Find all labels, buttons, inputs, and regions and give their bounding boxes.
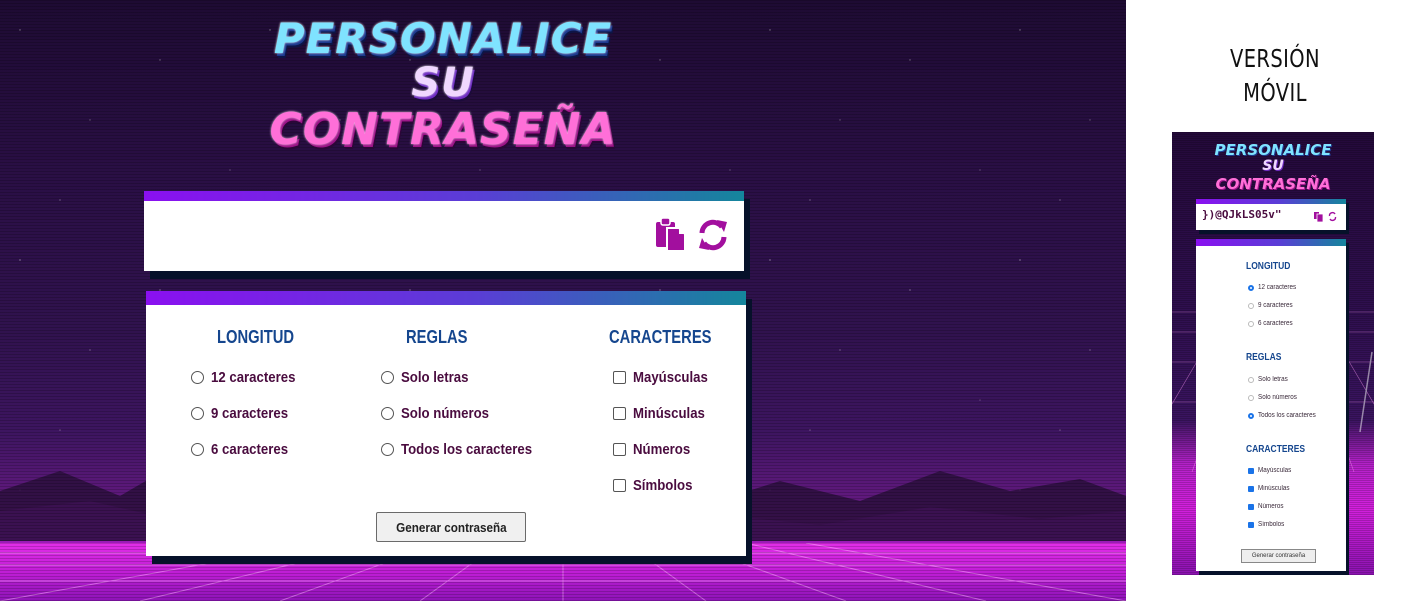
mobile-options-card: LONGITUD 12 caracteres 9 caracteres 6 ca…: [1196, 239, 1346, 571]
char-option-symbols[interactable]: Símbolos: [613, 477, 701, 494]
mobile-generate-password-button[interactable]: Generar contraseña: [1241, 549, 1316, 563]
password-output[interactable]: [158, 209, 638, 257]
option-label: Mayúsculas: [1258, 467, 1292, 474]
option-label: Solo números: [1258, 394, 1297, 401]
mobile-rule-option-numbers[interactable]: Solo números: [1248, 394, 1301, 401]
clipboard-copy-icon[interactable]: [654, 217, 688, 253]
card-gradient-bar: [1196, 239, 1346, 246]
logo-line-3: CONTRASEÑA: [269, 104, 617, 155]
option-label: 6 caracteres: [1258, 320, 1293, 327]
caracteres-title: CARACTERES: [609, 327, 712, 347]
mobile-length-option-9[interactable]: 9 caracteres: [1248, 302, 1297, 309]
checkbox-minusculas[interactable]: [613, 407, 626, 420]
desktop-background: PERSONALICE SU CONTRASEÑA LONGITUD REGLA…: [0, 0, 1126, 601]
option-label: Símbolos: [633, 477, 693, 494]
length-option-12[interactable]: 12 caracteres: [191, 369, 307, 386]
mobile-title-logo: PERSONALICE SU CONTRASEÑA: [1172, 138, 1374, 198]
card-gradient-bar: [1196, 199, 1346, 204]
logo-line-2: SU: [411, 60, 475, 106]
radio-12-caracteres[interactable]: [191, 371, 204, 384]
option-label: Números: [633, 441, 691, 458]
checkbox-simbolos[interactable]: [613, 479, 626, 492]
password-card: [144, 191, 744, 271]
rule-option-all[interactable]: Todos los caracteres: [381, 441, 550, 458]
mobile-reglas-title: REGLAS: [1246, 352, 1282, 363]
mobile-char-option-symbols[interactable]: Símbolos: [1248, 521, 1287, 528]
mobile-preview: PERSONALICE SU CONTRASEÑA })@QJkLS05v" L…: [1172, 132, 1374, 575]
mobile-char-option-uppercase[interactable]: Mayúsculas: [1248, 467, 1295, 474]
checkbox-mayusculas[interactable]: [613, 371, 626, 384]
mobile-char-option-numbers[interactable]: Números: [1248, 503, 1286, 510]
mobile-password-output[interactable]: })@QJkLS05v": [1202, 208, 1281, 221]
option-label: Símbolos: [1258, 521, 1285, 528]
mobile-checkbox-checked[interactable]: [1248, 485, 1254, 492]
radio-solo-letras[interactable]: [381, 371, 394, 384]
card-gradient-bar: [146, 291, 746, 305]
rule-option-numbers[interactable]: Solo números: [381, 405, 501, 422]
mobile-version-heading: VERSIÓN MÓVIL: [1217, 42, 1334, 110]
refresh-icon[interactable]: [696, 217, 730, 253]
mobile-length-option-12[interactable]: 12 caracteres: [1248, 284, 1300, 291]
radio-6-caracteres[interactable]: [191, 443, 204, 456]
mobile-radio[interactable]: [1248, 376, 1254, 383]
reglas-title: REGLAS: [406, 327, 468, 347]
option-label: Solo números: [401, 405, 490, 422]
option-label: Mayúsculas: [633, 369, 708, 386]
title-logo: PERSONALICE SU CONTRASEÑA: [268, 10, 618, 160]
mobile-checkbox-checked[interactable]: [1248, 467, 1254, 474]
char-option-uppercase[interactable]: Mayúsculas: [613, 369, 718, 386]
checkbox-numeros[interactable]: [613, 443, 626, 456]
mobile-rule-option-letters[interactable]: Solo letras: [1248, 376, 1291, 383]
mobile-char-option-lowercase[interactable]: Minúsculas: [1248, 485, 1293, 492]
option-label: 12 caracteres: [1258, 284, 1297, 291]
option-label: Todos los caracteres: [401, 441, 533, 458]
option-label: 12 caracteres: [211, 369, 296, 386]
option-label: Todos los caracteres: [1258, 412, 1316, 419]
length-option-6[interactable]: 6 caracteres: [191, 441, 299, 458]
mobile-rule-option-all[interactable]: Todos los caracteres: [1248, 412, 1322, 419]
option-label: Minúsculas: [1258, 485, 1290, 492]
logo-line-1: PERSONALICE: [273, 14, 613, 63]
option-label: 9 caracteres: [1258, 302, 1293, 309]
option-label: Números: [1258, 503, 1284, 510]
mobile-radio[interactable]: [1248, 320, 1254, 327]
mobile-checkbox-checked[interactable]: [1248, 521, 1254, 528]
radio-9-caracteres[interactable]: [191, 407, 204, 420]
card-gradient-bar: [144, 191, 744, 201]
generate-button-label: Generar contraseña: [395, 519, 507, 535]
mobile-refresh-icon[interactable]: [1328, 209, 1337, 222]
mobile-logo-line-3: CONTRASEÑA: [1215, 175, 1331, 193]
mobile-heading-line-2: MÓVIL: [1243, 78, 1307, 107]
option-label: 6 caracteres: [211, 441, 289, 458]
option-label: Minúsculas: [633, 405, 705, 422]
options-card: LONGITUD REGLAS CARACTERES 12 caracteres…: [146, 291, 746, 556]
longitud-title: LONGITUD: [217, 327, 295, 347]
mobile-caracteres-title: CARACTERES: [1246, 444, 1306, 455]
option-label: Solo letras: [401, 369, 469, 386]
radio-todos-caracteres[interactable]: [381, 443, 394, 456]
char-option-numbers[interactable]: Números: [613, 441, 698, 458]
mobile-logo-line-2: SU: [1262, 158, 1284, 174]
mobile-clipboard-copy-icon[interactable]: [1314, 209, 1324, 223]
option-label: 9 caracteres: [211, 405, 289, 422]
mobile-logo-line-1: PERSONALICE: [1214, 141, 1332, 159]
mobile-length-option-6[interactable]: 6 caracteres: [1248, 320, 1297, 327]
mobile-checkbox-checked[interactable]: [1248, 503, 1254, 510]
mobile-radio[interactable]: [1248, 394, 1254, 401]
option-label: Solo letras: [1258, 376, 1288, 383]
mobile-radio-selected[interactable]: [1248, 412, 1254, 419]
radio-solo-numeros[interactable]: [381, 407, 394, 420]
mobile-longitud-title: LONGITUD: [1246, 261, 1291, 272]
length-option-9[interactable]: 9 caracteres: [191, 405, 299, 422]
char-option-lowercase[interactable]: Minúsculas: [613, 405, 715, 422]
mobile-heading-line-1: VERSIÓN: [1229, 44, 1320, 73]
generate-password-button[interactable]: Generar contraseña: [376, 512, 526, 542]
mobile-radio[interactable]: [1248, 302, 1254, 309]
rule-option-letters[interactable]: Solo letras: [381, 369, 478, 386]
mobile-radio-selected[interactable]: [1248, 284, 1254, 291]
mobile-password-card: })@QJkLS05v": [1196, 199, 1346, 230]
